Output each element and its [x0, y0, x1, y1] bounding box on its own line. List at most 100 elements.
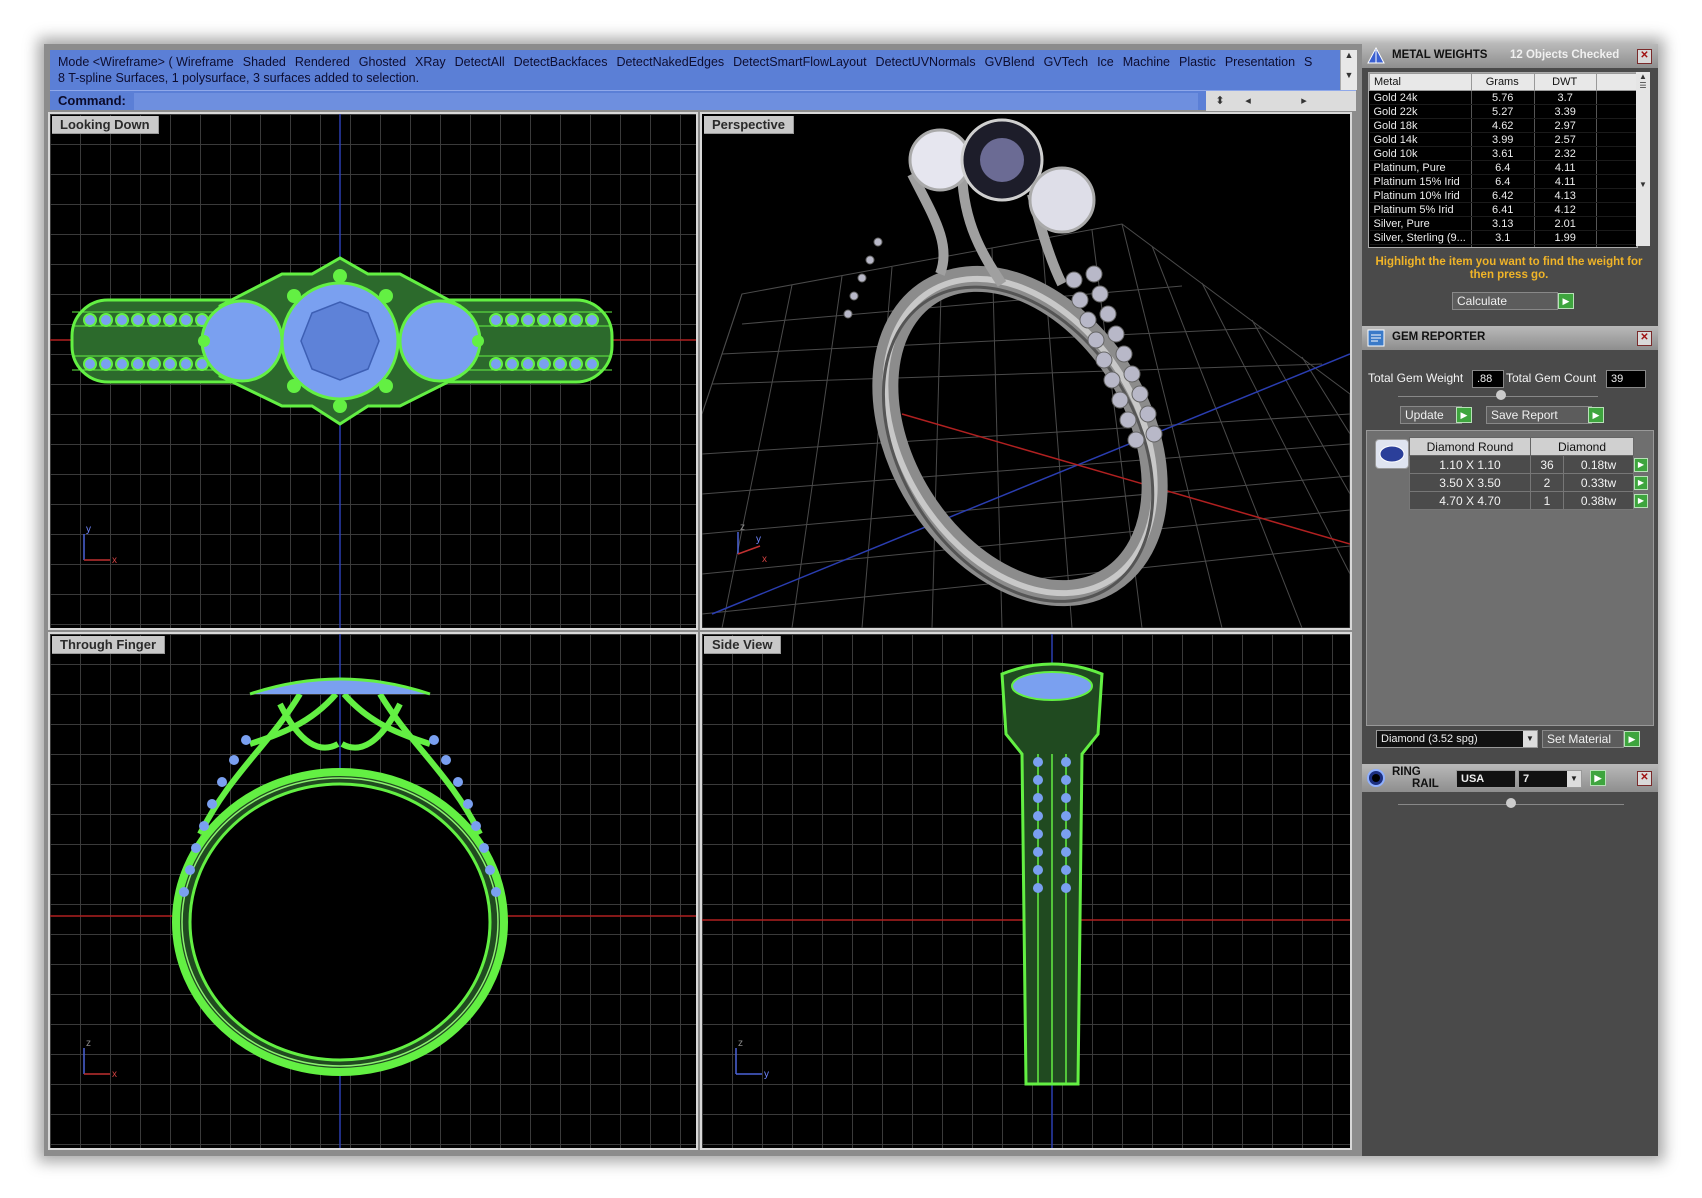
- command-history-scrollbar[interactable]: ▲ ▼: [1340, 50, 1357, 90]
- command-label: Command:: [58, 93, 126, 108]
- metal-row[interactable]: Platinum, Pure 6.4 4.11: [1369, 160, 1637, 175]
- gem-list-area: Diamond Round Diamond 1.10 X 1.10 36 0.18t…: [1366, 430, 1654, 726]
- metal-dwt: 4.13: [1534, 188, 1597, 203]
- command-history: Mode <Wireframe> ( Wireframe Shaded Render…: [50, 50, 1340, 90]
- mode-option[interactable]: Rendered: [295, 55, 350, 69]
- calculate-go-button[interactable]: ▶: [1558, 293, 1574, 309]
- set-material-button[interactable]: Set Material: [1542, 730, 1624, 748]
- chevron-down-icon[interactable]: ▼: [1567, 771, 1581, 787]
- gem-select-go-button[interactable]: ▶: [1634, 457, 1648, 472]
- metal-dwt: 2.97: [1534, 118, 1597, 133]
- gem-select-go-button[interactable]: ▶: [1634, 475, 1648, 490]
- metal-dwt: 3.7: [1534, 90, 1597, 105]
- viewport-label[interactable]: Side View: [704, 636, 782, 654]
- mode-line: Mode <Wireframe> ( Wireframe Shaded Render…: [58, 54, 1332, 70]
- country-select[interactable]: USA: [1456, 770, 1516, 788]
- calculate-dropdown[interactable]: Calculate: [1452, 292, 1558, 310]
- column-header[interactable]: Metal: [1369, 73, 1472, 91]
- metal-row[interactable]: Gold 18k 4.62 2.97: [1369, 118, 1637, 133]
- mode-option[interactable]: Wireframe: [176, 55, 234, 69]
- viewport-label[interactable]: Looking Down: [52, 116, 159, 134]
- close-icon[interactable]: ✕: [1637, 331, 1652, 346]
- mode-option[interactable]: Ghosted: [359, 55, 406, 69]
- metal-row[interactable]: Gold 14k 3.99 2.57: [1369, 132, 1637, 147]
- gem-row[interactable]: 1.10 X 1.10 36 0.18tw ▶: [1409, 455, 1651, 474]
- metal-row[interactable]: Platinum 15% Irid 6.4 4.11: [1369, 174, 1637, 189]
- metal-weights-scrollbar[interactable]: ▲ ☰ ▼: [1636, 72, 1650, 246]
- chevron-down-icon[interactable]: ▼: [1523, 731, 1537, 747]
- metal-grams: 3.07: [1471, 244, 1535, 247]
- history-line: 8 T-spline Surfaces, 1 polysurface, 3 su…: [58, 71, 420, 85]
- axis-indicator: y x: [83, 524, 117, 566]
- mode-prefix: Mode <Wireframe> (: [58, 55, 173, 69]
- metal-row[interactable]: Gold 10k 3.61 2.32: [1369, 146, 1637, 161]
- viewport-label[interactable]: Through Finger: [52, 636, 166, 654]
- metal-row[interactable]: Platinum 5% Irid 6.41 4.12: [1369, 202, 1637, 217]
- update-go-button[interactable]: ▶: [1456, 407, 1472, 423]
- mode-option[interactable]: DetectNakedEdges: [616, 55, 724, 69]
- splitter-handle[interactable]: [1496, 390, 1506, 400]
- spin-icon[interactable]: ⬍: [1206, 91, 1234, 111]
- ring-size-select[interactable]: 7 ▼: [1518, 770, 1582, 788]
- ring-rail-titlebar: RING RAIL USA 7 ▼ ▶ ✕: [1362, 764, 1658, 792]
- metal-dwt: 2.57: [1534, 132, 1597, 147]
- viewport-through-finger[interactable]: Through Finger z x: [48, 632, 698, 1150]
- metal-dwt: 4.11: [1534, 174, 1597, 189]
- axis-label-x: x: [112, 1069, 117, 1080]
- viewport-side-view[interactable]: Side View z y: [700, 632, 1352, 1150]
- ring-rail-slider-handle[interactable]: [1506, 798, 1516, 808]
- mode-option[interactable]: Ice: [1097, 55, 1114, 69]
- scroll-left-icon[interactable]: ◂: [1234, 91, 1262, 111]
- set-material-go-button[interactable]: ▶: [1624, 731, 1640, 747]
- axis-label-y: y: [86, 524, 91, 535]
- update-button[interactable]: Update: [1400, 406, 1462, 424]
- axis-label-z: z: [86, 1038, 91, 1049]
- gem-row[interactable]: 4.70 X 4.70 1 0.38tw ▶: [1409, 491, 1651, 510]
- viewport-label[interactable]: Perspective: [704, 116, 794, 134]
- close-icon[interactable]: ✕: [1637, 771, 1652, 786]
- viewport-looking-down[interactable]: Looking Down y x: [48, 112, 698, 630]
- axis-label-z: z: [740, 522, 745, 533]
- mode-option[interactable]: XRay: [415, 55, 446, 69]
- metal-dwt: 1.99: [1534, 230, 1597, 245]
- material-select[interactable]: Diamond (3.52 spg) ▼: [1376, 730, 1538, 748]
- mode-option[interactable]: DetectBackfaces: [514, 55, 608, 69]
- mode-option[interactable]: Shaded: [243, 55, 286, 69]
- mode-option[interactable]: GVBlend: [985, 55, 1035, 69]
- gem-row[interactable]: 3.50 X 3.50 2 0.33tw ▶: [1409, 473, 1651, 492]
- metal-row[interactable]: Platinum 10% Irid 6.42 4.13: [1369, 188, 1637, 203]
- axis-label-y: y: [756, 534, 761, 545]
- metal-grams: 6.4: [1471, 174, 1535, 189]
- command-input[interactable]: [134, 93, 1198, 110]
- axis-indicator: z x: [83, 1038, 117, 1080]
- metal-dwt: 4.11: [1534, 160, 1597, 175]
- gem-select-go-button[interactable]: ▶: [1634, 493, 1648, 508]
- mode-option[interactable]: DetectSmartFlowLayout: [733, 55, 866, 69]
- close-icon[interactable]: ✕: [1637, 49, 1652, 64]
- ring-rail-go-button[interactable]: ▶: [1590, 770, 1606, 786]
- mode-option[interactable]: Presentation: [1225, 55, 1295, 69]
- total-gem-count-label: Total Gem Count: [1506, 371, 1597, 385]
- mode-option[interactable]: Machine: [1123, 55, 1170, 69]
- mode-option[interactable]: DetectAll: [455, 55, 505, 69]
- metal-weights-table: Metal Grams DWT Gold 24k 5.76 3.7 Gold 22k 5…: [1368, 72, 1638, 248]
- scroll-right-icon[interactable]: ▸: [1290, 91, 1318, 111]
- mode-option[interactable]: Plastic: [1179, 55, 1216, 69]
- mode-option[interactable]: DetectUVNormals: [876, 55, 976, 69]
- metal-grams: 3.1: [1471, 230, 1535, 245]
- save-report-button[interactable]: Save Report: [1486, 406, 1592, 424]
- gem-reporter-title: GEM REPORTER: [1392, 331, 1486, 343]
- scale-icon: [1367, 46, 1385, 64]
- metal-row[interactable]: Silver, Sterling (9... 3.1 1.99: [1369, 230, 1637, 245]
- metal-row[interactable]: Silver, Pure 3.13 2.01: [1369, 216, 1637, 231]
- viewport-perspective[interactable]: Perspective z y x: [700, 112, 1352, 630]
- metal-row[interactable]: Silver, Coin (900)3.071.98: [1369, 244, 1637, 247]
- metal-row[interactable]: Gold 22k 5.27 3.39: [1369, 104, 1637, 119]
- mode-option[interactable]: S: [1304, 55, 1312, 69]
- save-report-go-button[interactable]: ▶: [1588, 407, 1604, 423]
- metal-row[interactable]: Gold 24k 5.76 3.7: [1369, 90, 1637, 105]
- gem-count: 1: [1530, 491, 1564, 510]
- column-header[interactable]: DWT: [1533, 73, 1597, 91]
- mode-option[interactable]: GVTech: [1044, 55, 1088, 69]
- column-header[interactable]: Grams: [1470, 73, 1535, 91]
